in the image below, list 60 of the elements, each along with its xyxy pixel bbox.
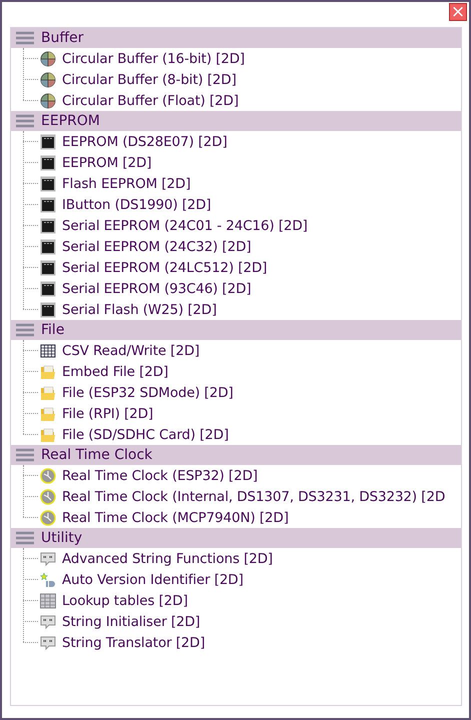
component-item[interactable]: String Initialiser [2D] [62, 614, 200, 630]
component-item[interactable]: Auto Version Identifier [2D] [62, 572, 244, 588]
component-item[interactable]: Serial EEPROM (24LC512) [2D] [62, 260, 268, 276]
component-item[interactable]: File (RPI) [2D] [62, 406, 154, 422]
component-item[interactable]: IButton (DS1990) [2D] [62, 196, 212, 212]
chip-icon [40, 196, 56, 212]
pie-icon [40, 92, 56, 108]
component-item[interactable]: File (SD/SDHC Card) [2D] [62, 426, 229, 442]
clock-icon [40, 488, 56, 504]
folder-icon [40, 406, 56, 422]
component-item[interactable]: EEPROM (DS28E07) [2D] [62, 134, 228, 150]
component-item[interactable]: Advanced String Functions [2D] [62, 550, 273, 566]
component-item[interactable]: Circular Buffer (8-bit) [2D] [62, 72, 236, 88]
chip-icon [40, 218, 56, 234]
component-item[interactable]: Serial EEPROM (93C46) [2D] [62, 280, 252, 296]
chip-icon [40, 154, 56, 170]
component-item[interactable]: Serial EEPROM (24C32) [2D] [62, 238, 252, 254]
chip-icon [40, 260, 56, 276]
speech-bubble-icon [40, 634, 56, 650]
component-item[interactable]: Real Time Clock (MCP7940N) [2D] [62, 510, 289, 526]
table-icon [40, 592, 56, 608]
component-item[interactable]: Serial Flash (W25) [2D] [62, 302, 217, 318]
id-icon [40, 572, 56, 588]
component-item[interactable]: Real Time Clock (ESP32) [2D] [62, 468, 258, 484]
category-header[interactable]: Utility [11, 528, 461, 548]
component-item[interactable]: Flash EEPROM [2D] [62, 176, 191, 192]
category-header[interactable]: EEPROM [11, 111, 461, 131]
pie-icon [40, 50, 56, 66]
component-item[interactable]: Circular Buffer (Float) [2D] [62, 92, 239, 108]
component-item[interactable]: EEPROM [2D] [62, 154, 152, 170]
chip-icon [40, 238, 56, 254]
chip-icon [40, 134, 56, 150]
pie-icon [40, 72, 56, 88]
chip-icon [40, 280, 56, 296]
folder-icon [40, 426, 56, 442]
category-header[interactable]: Real Time Clock [11, 445, 461, 465]
component-item[interactable]: Serial EEPROM (24C01 - 24C16) [2D] [62, 218, 308, 234]
category-header[interactable]: Buffer [11, 28, 461, 48]
menu-icon [15, 531, 35, 545]
clock-icon [40, 468, 56, 484]
clock-icon [40, 510, 56, 526]
component-item[interactable]: Circular Buffer (16-bit) [2D] [62, 50, 245, 66]
component-item[interactable]: File (ESP32 SDMode) [2D] [62, 384, 234, 400]
folder-icon [40, 364, 56, 380]
component-item[interactable]: Lookup tables [2D] [62, 592, 188, 608]
grid-icon [40, 342, 56, 358]
component-item[interactable]: Embed File [2D] [62, 364, 168, 380]
chip-icon [40, 176, 56, 192]
chip-icon [40, 302, 56, 318]
component-item[interactable]: String Translator [2D] [62, 634, 205, 650]
menu-icon [15, 114, 35, 128]
speech-bubble-icon [40, 550, 56, 566]
category-header[interactable]: File [11, 320, 461, 340]
component-item[interactable]: Real Time Clock (Internal, DS1307, DS3231, DS3232) [2D [62, 488, 446, 504]
menu-icon [15, 448, 35, 462]
folder-icon [40, 384, 56, 400]
menu-icon [15, 323, 35, 337]
component-item[interactable]: CSV Read/Write [2D] [62, 342, 200, 358]
speech-bubble-icon [40, 614, 56, 630]
menu-icon [15, 31, 35, 45]
